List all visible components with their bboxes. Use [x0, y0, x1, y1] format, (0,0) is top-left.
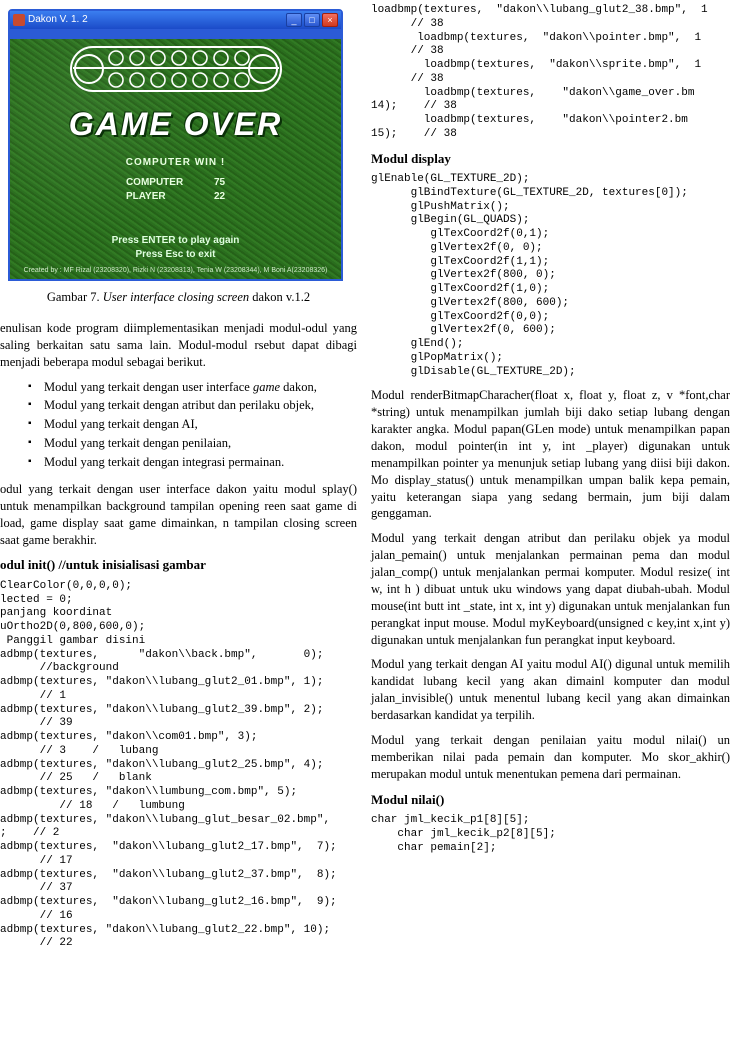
- score-computer: 75: [214, 176, 225, 190]
- close-button[interactable]: ×: [322, 13, 338, 27]
- bullet-text: Modul yang terkait dengan penilaian,: [44, 436, 231, 450]
- app-icon: [13, 14, 25, 26]
- game-body: GAME OVER COMPUTER WIN ! COMPUTER 75 PLA…: [10, 39, 341, 279]
- bullet-item: Modul yang terkait dengan atribut dan pe…: [28, 397, 357, 414]
- code-nilai: char jml_kecik_p1[8][5]; char jml_kecik_…: [371, 814, 730, 855]
- bullet-list: Modul yang terkait dengan user interface…: [28, 379, 357, 471]
- bullet-item: Modul yang terkait dengan user interface…: [28, 379, 357, 396]
- win-message: COMPUTER WIN !: [10, 156, 341, 170]
- prompt: Press ENTER to play again Press Esc to e…: [10, 234, 341, 262]
- left-column: Dakon V. 1. 2 _ □ ×: [0, 0, 365, 1040]
- para-render: Modul renderBitmapCharacher(float x, flo…: [371, 387, 730, 522]
- titlebar: Dakon V. 1. 2 _ □ ×: [10, 11, 341, 29]
- maximize-button[interactable]: □: [304, 13, 320, 27]
- page: Dakon V. 1. 2 _ □ ×: [0, 0, 738, 1040]
- figure-caption: Gambar 7. User interface closing screen …: [0, 289, 357, 306]
- game-window: Dakon V. 1. 2 _ □ ×: [8, 9, 343, 281]
- intro-paragraph: enulisan kode program diimplementasikan …: [0, 320, 357, 371]
- scores: COMPUTER 75 PLAYER 22: [10, 176, 341, 204]
- para-attr: Modul yang terkait dengan atribut dan pe…: [371, 530, 730, 648]
- heading-display: Modul display: [371, 150, 730, 168]
- para-ai: Modul yang terkait dengan AI yaitu modul…: [371, 656, 730, 724]
- dakon-board: [61, 39, 291, 99]
- prompt-exit: Press Esc to exit: [10, 248, 341, 262]
- credits: Created by : MF Rizal (23208320), Rizki …: [10, 266, 341, 275]
- bullet-post: dakon,: [280, 380, 317, 394]
- heading-init: odul init() //untuk inisialisasi gambar: [0, 556, 357, 574]
- bullet-text: Modul yang terkait dengan integrasi perm…: [44, 455, 284, 469]
- label-computer: COMPUTER: [126, 176, 196, 190]
- bullet-text: Modul yang terkait dengan atribut dan pe…: [44, 398, 314, 412]
- code-display: glEnable(GL_TEXTURE_2D); glBindTexture(G…: [371, 173, 730, 379]
- caption-label: Gambar 7.: [47, 290, 103, 304]
- prompt-play-again: Press ENTER to play again: [10, 234, 341, 248]
- bullet-item: Modul yang terkait dengan integrasi perm…: [28, 454, 357, 471]
- bullet-italic: game: [253, 380, 280, 394]
- code-init: ClearColor(0,0,0,0); lected = 0; panjang…: [0, 580, 357, 951]
- heading-nilai: Modul nilai(): [371, 791, 730, 809]
- window-title-wrap: Dakon V. 1. 2: [13, 13, 88, 27]
- right-column: loadbmp(textures, "dakon\\lubang_glut2_3…: [365, 0, 738, 1040]
- bullet-item: Modul yang terkait dengan AI,: [28, 416, 357, 433]
- window-title: Dakon V. 1. 2: [28, 13, 88, 27]
- window-buttons: _ □ ×: [286, 13, 338, 27]
- code-loadbmp-continued: loadbmp(textures, "dakon\\lubang_glut2_3…: [371, 4, 730, 142]
- minimize-button[interactable]: _: [286, 13, 302, 27]
- caption-italic: User interface closing screen: [103, 290, 249, 304]
- game-over-text: GAME OVER: [10, 103, 341, 146]
- score-player: 22: [214, 190, 225, 204]
- caption-suffix: dakon v.1.2: [249, 290, 310, 304]
- label-player: PLAYER: [126, 190, 196, 204]
- bullet-text: Modul yang terkait dengan AI,: [44, 417, 198, 431]
- para-nilai: Modul yang terkait dengan penilaian yait…: [371, 732, 730, 783]
- ui-module-paragraph: odul yang terkait dengan user interface …: [0, 481, 357, 549]
- bullet-item: Modul yang terkait dengan penilaian,: [28, 435, 357, 452]
- bullet-text: Modul yang terkait dengan user interface: [44, 380, 253, 394]
